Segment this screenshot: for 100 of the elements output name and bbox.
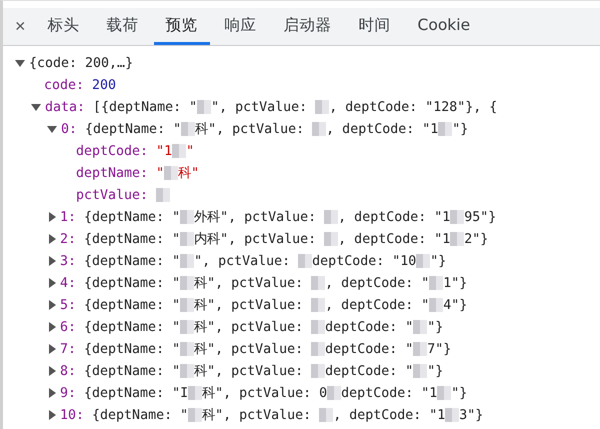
summary-text: 科", pctValue: (194, 341, 304, 358)
summary-text: 内科", pctValue: (194, 231, 318, 248)
summary-text: 95"} (464, 210, 496, 224)
summary-text: {code: 200,…} (29, 56, 134, 70)
summary-text: 1"} (443, 276, 468, 290)
property-key: 8: (60, 364, 76, 378)
redaction-mosaic (438, 122, 452, 136)
tab[interactable]: 启动器 (272, 8, 344, 45)
summary-text: {deptName: " (84, 364, 180, 378)
expand-triangle-icon[interactable] (49, 256, 56, 266)
summary-text: "} (452, 122, 468, 136)
summary-text: "} (430, 254, 446, 268)
summary-text: "} (427, 364, 444, 378)
summary-text: {deptName: "I (84, 386, 188, 400)
property-key: 10: (60, 408, 84, 422)
summary-text: "} (427, 320, 444, 334)
expand-triangle-icon[interactable] (49, 344, 56, 354)
collapse-triangle-icon[interactable] (47, 126, 57, 132)
summary-text: ", pctValue: (194, 254, 292, 268)
expand-triangle-icon[interactable] (49, 278, 56, 288)
summary-text: {deptName: " (85, 122, 182, 136)
summary-text: deptCode: "1 (341, 386, 438, 400)
summary-text: 3"} (459, 408, 484, 422)
redaction-mosaic (298, 254, 312, 268)
expand-triangle-icon[interactable] (49, 322, 56, 332)
redaction-mosaic (180, 276, 194, 290)
redaction-mosaic (180, 210, 194, 224)
summary-text: 科", pctValue: (194, 297, 304, 314)
summary-text: 科", pctValue: 0 (202, 385, 328, 402)
summary-text: {deptName: " (84, 342, 180, 356)
string-value: " (186, 144, 194, 158)
expand-triangle-icon[interactable] (49, 388, 56, 398)
expand-triangle-icon[interactable] (49, 366, 56, 376)
redaction-mosaic (164, 166, 178, 180)
summary-text: , deptCode: "1 (326, 122, 438, 136)
redaction-mosaic (416, 254, 430, 268)
expand-triangle-icon[interactable] (49, 410, 56, 420)
summary-text: 科", pctValue: (194, 319, 304, 336)
property-key: 6: (60, 320, 76, 334)
expand-triangle-icon[interactable] (49, 234, 56, 244)
tab[interactable]: 标头 (36, 8, 92, 45)
property-key: data: (45, 100, 86, 114)
redaction-mosaic (180, 232, 194, 246)
redaction-mosaic (312, 122, 326, 136)
summary-text: "} (451, 386, 468, 400)
redaction-mosaic (437, 386, 452, 400)
redaction-mosaic (172, 144, 186, 158)
summary-text: deptCode: "10 (312, 254, 416, 268)
redaction-mosaic (156, 188, 170, 202)
redaction-mosaic (429, 276, 444, 290)
summary-text: 科", pctValue: (195, 121, 306, 138)
summary-text: 7"} (427, 342, 452, 356)
tab[interactable]: 时间 (346, 8, 403, 45)
summary-text: deptCode: " (325, 320, 414, 334)
redaction-mosaic (413, 364, 428, 378)
summary-text: , deptCode: "1 (333, 408, 446, 422)
redaction-mosaic (311, 320, 326, 334)
redaction-mosaic (324, 210, 338, 224)
property-key: 5: (60, 298, 76, 312)
redaction-mosaic (181, 122, 196, 136)
property-key: deptName: (76, 166, 148, 180)
redaction-mosaic (445, 408, 460, 422)
redaction-mosaic (311, 364, 326, 378)
summary-text: {deptName: " (84, 254, 180, 268)
property-key: 4: (60, 276, 76, 290)
summary-text: , deptCode: "1 (338, 232, 450, 246)
summary-text: {deptName: " (84, 276, 180, 290)
property-key: 1: (60, 210, 76, 224)
tab[interactable]: 载荷 (94, 8, 151, 45)
summary-text: 科", pctValue: (194, 363, 304, 380)
redaction-mosaic (311, 276, 326, 290)
tab[interactable]: 预览 (154, 8, 210, 45)
number-value: 200 (92, 78, 116, 92)
close-button[interactable]: × (3, 8, 36, 45)
property-key: deptCode: (76, 144, 148, 158)
summary-text: {deptName: " (84, 298, 180, 312)
redaction-mosaic (450, 232, 464, 246)
tab[interactable]: Cookie (406, 8, 482, 45)
summary-text: , deptCode: " (325, 276, 430, 290)
collapse-triangle-icon[interactable] (31, 104, 41, 110)
summary-text: 2"} (464, 232, 488, 246)
redaction-mosaic (180, 364, 194, 378)
redaction-mosaic (450, 210, 464, 224)
redaction-mosaic (327, 386, 342, 400)
property-key: 2: (60, 232, 76, 246)
expand-triangle-icon[interactable] (49, 212, 56, 222)
redaction-mosaic (188, 408, 202, 422)
property-key: code: (44, 78, 84, 92)
tab[interactable]: 响应 (212, 8, 269, 45)
redaction-mosaic (413, 342, 428, 356)
string-value: " (156, 166, 164, 180)
redaction-mosaic (180, 254, 194, 268)
summary-text: {deptName: " (84, 232, 180, 246)
property-key: 7: (60, 342, 76, 356)
collapse-triangle-icon[interactable] (15, 60, 25, 66)
property-key: 3: (60, 254, 76, 268)
property-key: 9: (60, 386, 76, 400)
string-value: "1 (156, 144, 172, 158)
expand-triangle-icon[interactable] (49, 300, 56, 310)
summary-text: , deptCode: "1 (338, 210, 450, 224)
